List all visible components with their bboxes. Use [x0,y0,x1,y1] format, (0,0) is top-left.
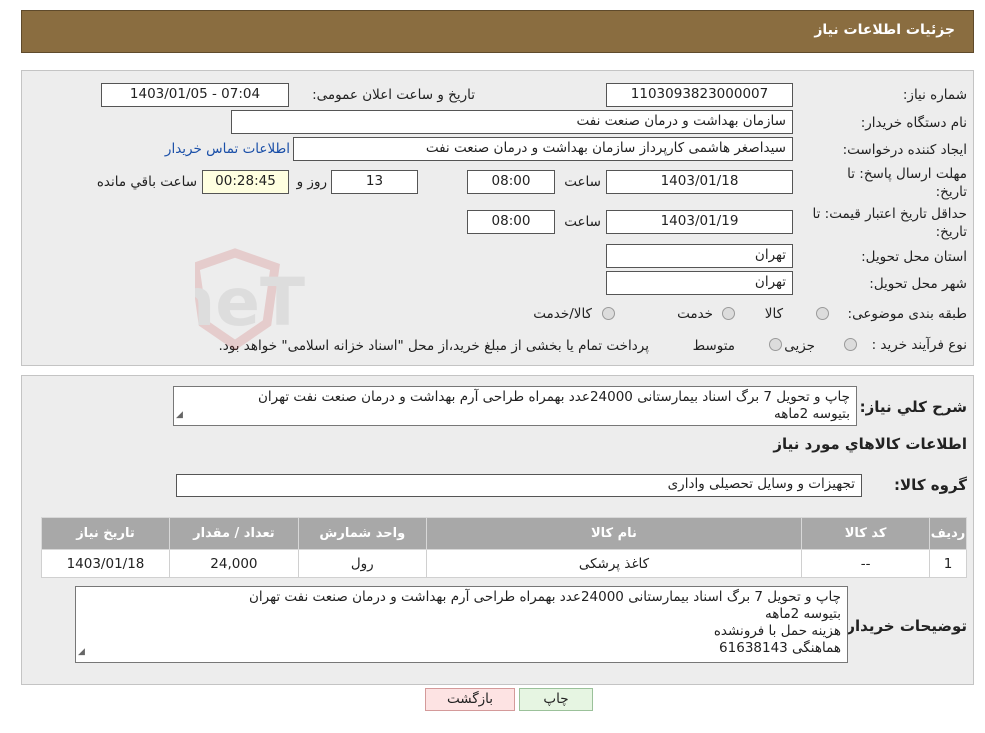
goods-group-label: گروه کالا: [894,476,967,494]
days-remaining-field[interactable]: 13 [331,170,418,194]
creator-field[interactable]: سیداصغر هاشمی کارپرداز سازمان بهداشت و د… [293,137,793,161]
deadline-time-label: ساعت [564,174,601,190]
category-service-label: خدمت [677,306,713,322]
summary-textarea[interactable]: چاپ و تحویل 7 برگ اسناد بیمارستانی 24000… [173,386,857,426]
province-field[interactable]: تهران [606,244,793,268]
process-note: پرداخت تمام یا بخشی از مبلغ خرید،از محل … [218,338,649,354]
deadline-label-date: تاریخ: [935,184,967,200]
category-label: طبقه بندی موضوعی: [847,306,967,322]
remaining-time-field[interactable]: 00:28:45 [202,170,289,194]
buyer-notes-label: توضیحات خریدار: [840,617,967,635]
col-date-header: تاریخ نیاز [41,517,170,550]
summary-line-1: چاپ و تحویل 7 برگ اسناد بیمارستانی 24000… [258,389,850,405]
process-minor-radio[interactable] [844,338,857,351]
resize-handle-icon[interactable]: ◢ [78,644,85,661]
province-label: استان محل تحویل: [861,249,967,265]
buyer-notes-textarea[interactable]: چاپ و تحویل 7 برگ اسناد بیمارستانی 24000… [75,586,848,663]
cell-unit: رول [297,549,427,578]
need-number-field[interactable]: 1103093823000007 [606,83,793,107]
need-number-label: شماره نیاز: [902,87,967,103]
table-row[interactable]: 1 -- کاغذ پرشکی رول 24,000 1403/01/18 [41,549,967,578]
goods-heading: اطلاعات کالاهاي مورد نياز [773,435,967,453]
col-name-header: نام کالا [425,517,803,550]
category-goods-service-label: کالا/خدمت [533,306,592,322]
summary-label: شرح کلي نياز: [859,398,967,416]
cell-row: 1 [929,549,967,578]
cell-date: 1403/01/18 [41,549,170,578]
validity-label: حداقل تاریخ اعتبار قیمت: تا [812,206,967,222]
goods-table: ردیف کد کالا نام کالا واحد شمارش تعداد /… [41,517,967,578]
announce-datetime-value: 1403/01/05 - 07:04 [129,86,261,102]
process-medium-radio[interactable] [769,338,782,351]
city-field[interactable]: تهران [606,271,793,295]
page-title: جزئیات اطلاعات نیاز [21,10,974,53]
back-button[interactable]: بازگشت [425,688,515,711]
category-goods-service-radio[interactable] [602,307,615,320]
goods-group-field[interactable]: تجهیزات و وسایل تحصیلی واداری [176,474,862,497]
deadline-time-field[interactable]: 08:00 [467,170,555,194]
category-goods-label: کالا [764,306,783,322]
process-medium-label: متوسط [692,338,735,354]
summary-line-2: بتیوسه 2ماهه [773,406,850,422]
col-row-header: ردیف [929,517,967,550]
col-code-header: کد کالا [801,517,931,550]
days-label: روز و [296,174,327,190]
buyer-notes-line-2: بتیوسه 2ماهه [764,606,841,622]
city-label: شهر محل تحویل: [869,276,967,292]
buyer-org-label: نام دستگاه خریدار: [860,115,967,131]
cell-qty: 24,000 [168,549,299,578]
validity-time-label: ساعت [564,214,601,230]
table-header-row: ردیف کد کالا نام کالا واحد شمارش تعداد /… [41,517,967,550]
category-goods-radio[interactable] [816,307,829,320]
process-minor-label: جزیی [784,338,815,354]
print-button[interactable]: چاپ [519,688,593,711]
buyer-org-field[interactable]: سازمان بهداشت و درمان صنعت نفت [231,110,793,134]
deadline-label: مهلت ارسال پاسخ: تا [847,166,967,182]
announce-label: تاریخ و ساعت اعلان عمومی: [312,87,475,103]
cell-name: کاغذ پرشکی [425,549,803,578]
resize-handle-icon[interactable]: ◢ [176,407,183,424]
validity-date-field[interactable]: 1403/01/19 [606,210,793,234]
buyer-notes-line-3: هزینه حمل با فرونشده [713,623,841,639]
remaining-time-label: ساعت باقي مانده [96,174,197,190]
col-unit-header: واحد شمارش [297,517,427,550]
buyer-notes-line-4: هماهنگی 61638143 [719,640,841,656]
col-qty-header: تعداد / مقدار [168,517,299,550]
process-label: نوع فرآیند خرید : [871,337,967,353]
announce-datetime-field[interactable]: 1403/01/05 - 07:04 [101,83,289,107]
cell-code: -- [801,549,931,578]
deadline-date-field[interactable]: 1403/01/18 [606,170,793,194]
buyer-contact-link[interactable]: اطلاعات تماس خریدار [165,141,290,157]
creator-label: ایجاد کننده درخواست: [842,142,967,158]
category-service-radio[interactable] [722,307,735,320]
validity-time-field[interactable]: 08:00 [467,210,555,234]
validity-label-date: تاریخ: [935,224,967,240]
buyer-notes-line-1: چاپ و تحویل 7 برگ اسناد بیمارستانی 24000… [249,589,841,605]
